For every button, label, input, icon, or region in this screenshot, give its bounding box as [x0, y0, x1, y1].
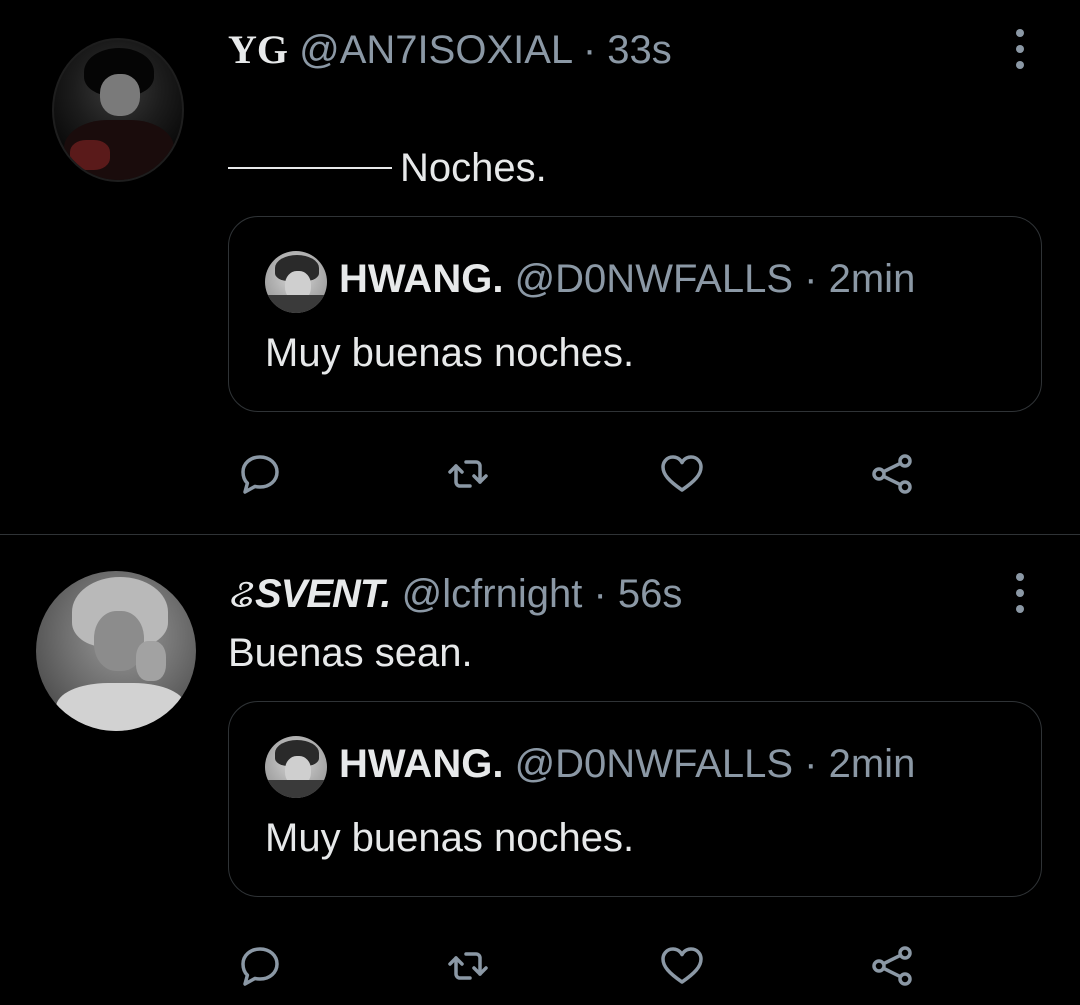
retweet-button[interactable] — [440, 938, 496, 994]
more-vertical-icon[interactable] — [1010, 29, 1030, 69]
author-name[interactable]: ଌ SVENT. — [228, 572, 392, 616]
author-name-text: SVENT. — [255, 572, 392, 616]
retweet-icon — [448, 952, 488, 980]
retweet-icon — [448, 460, 488, 488]
reply-button[interactable] — [232, 446, 288, 502]
name-emoji: ଌ — [228, 572, 252, 616]
retweet-button[interactable] — [440, 446, 496, 502]
tweet-header: ଌ SVENT. @lcfrnight · 56s — [228, 570, 682, 618]
tweet-actions — [0, 446, 1080, 502]
reply-icon — [241, 947, 279, 986]
separator: · — [593, 572, 607, 616]
avatar[interactable] — [36, 571, 196, 731]
tweet-text: Noches. — [228, 144, 547, 192]
share-button[interactable] — [864, 938, 920, 994]
share-icon — [872, 946, 912, 986]
quoted-tweet-header: HWANG. @D0NWFALLS · 2min — [339, 255, 915, 303]
separator: · — [804, 257, 818, 301]
tweet-header: YG @AN7ISOXIAL · 33s — [228, 26, 672, 74]
quoted-tweet-text: Muy buenas noches. — [265, 331, 635, 375]
separator: · — [582, 28, 597, 72]
more-vertical-icon[interactable] — [1010, 573, 1030, 613]
timestamp[interactable]: 33s — [607, 28, 672, 72]
timestamp[interactable]: 56s — [618, 572, 683, 616]
quoted-tweet[interactable]: HWANG. @D0NWFALLS · 2min Muy buenas noch… — [228, 216, 1042, 412]
like-button[interactable] — [654, 446, 710, 502]
heart-icon — [661, 455, 703, 492]
share-icon — [872, 454, 912, 494]
quoted-tweet-header: HWANG. @D0NWFALLS · 2min — [339, 740, 915, 788]
separator: · — [804, 742, 818, 786]
quoted-avatar — [265, 251, 327, 313]
quoted-author-handle: @D0NWFALLS — [514, 742, 794, 786]
reply-icon — [241, 455, 279, 494]
quoted-author-name: HWANG. — [339, 257, 504, 301]
like-button[interactable] — [654, 938, 710, 994]
quoted-author-handle: @D0NWFALLS — [514, 257, 794, 301]
author-handle[interactable]: @lcfrnight — [402, 572, 583, 616]
author-name[interactable]: YG — [228, 27, 288, 72]
tweet[interactable]: ଌ SVENT. @lcfrnight · 56s Buenas sean. HW… — [0, 535, 1080, 1005]
tweet-text-content: Noches. — [400, 146, 547, 190]
tweet[interactable]: YG @AN7ISOXIAL · 33s Noches. HWANG. @D0N… — [0, 0, 1080, 534]
quoted-timestamp: 2min — [828, 742, 916, 786]
quoted-tweet[interactable]: HWANG. @D0NWFALLS · 2min Muy buenas noch… — [228, 701, 1042, 897]
avatar[interactable] — [52, 38, 184, 182]
quoted-author-name: HWANG. — [339, 742, 504, 786]
share-button[interactable] — [864, 446, 920, 502]
quoted-timestamp: 2min — [828, 257, 916, 301]
tweet-text: Buenas sean. — [228, 631, 473, 675]
heart-icon — [661, 947, 703, 984]
dash-line — [228, 167, 392, 169]
quoted-avatar — [265, 736, 327, 798]
author-handle[interactable]: @AN7ISOXIAL — [299, 28, 572, 72]
quoted-tweet-text: Muy buenas noches. — [265, 816, 635, 860]
tweet-actions — [0, 938, 1080, 994]
reply-button[interactable] — [232, 938, 288, 994]
